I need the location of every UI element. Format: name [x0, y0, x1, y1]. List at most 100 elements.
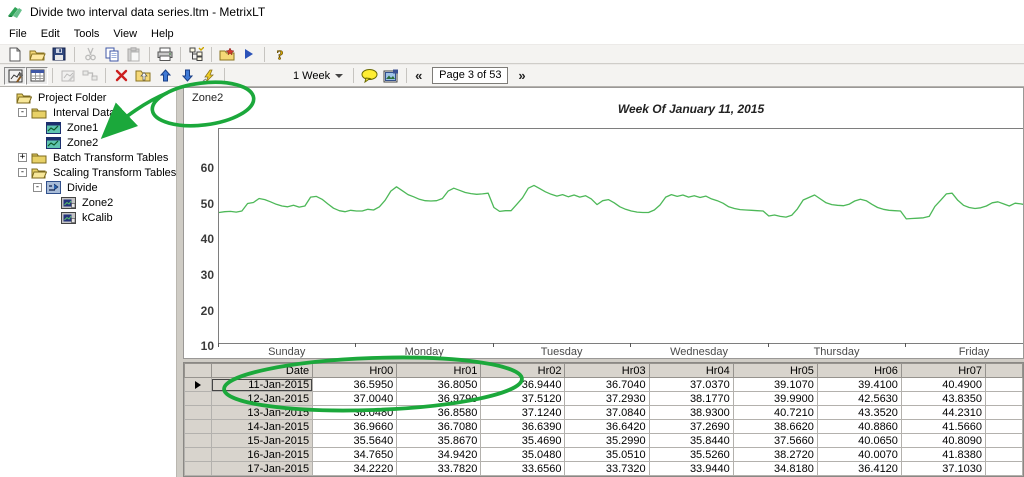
snapshot-button[interactable] — [380, 67, 402, 85]
data-table-button[interactable] — [26, 67, 48, 85]
value-cell[interactable]: 37.2690 — [649, 420, 733, 434]
value-cell[interactable]: 36.7080 — [397, 420, 481, 434]
table-row[interactable]: 17-Jan-201534.222033.782033.656033.73203… — [185, 462, 1023, 476]
value-cell[interactable]: 40.4900 — [901, 378, 985, 392]
table-row[interactable]: 15-Jan-201535.564035.867035.469035.29903… — [185, 434, 1023, 448]
folder-up-button[interactable] — [132, 67, 154, 85]
new-document-button[interactable] — [4, 45, 26, 63]
value-cell[interactable]: 36.6420 — [565, 420, 649, 434]
tree-item-scaling-transform-tables[interactable]: -Scaling Transform Tables — [0, 165, 176, 180]
value-cell[interactable]: 35.0510 — [565, 448, 649, 462]
value-cell[interactable]: 41.8380 — [901, 448, 985, 462]
value-cell[interactable]: 38.2720 — [733, 448, 817, 462]
tree-item-project-folder[interactable]: Project Folder — [0, 90, 176, 105]
column-header-hr07[interactable]: Hr07 — [901, 364, 985, 378]
value-cell[interactable]: 39.9900 — [733, 392, 817, 406]
collapse-icon[interactable]: - — [33, 183, 42, 192]
column-header-hr03[interactable]: Hr03 — [565, 364, 649, 378]
table-row[interactable]: 12-Jan-201537.004036.979037.512037.29303… — [185, 392, 1023, 406]
date-cell[interactable]: 13-Jan-2015 — [211, 406, 313, 420]
value-cell[interactable]: 39.4100 — [817, 378, 901, 392]
column-header-hr02[interactable]: Hr02 — [481, 364, 565, 378]
value-cell[interactable]: 36.4120 — [817, 462, 901, 476]
value-cell[interactable]: 40.0070 — [817, 448, 901, 462]
value-cell[interactable]: 40.8860 — [817, 420, 901, 434]
date-cell[interactable]: 14-Jan-2015 — [211, 420, 313, 434]
value-cell[interactable]: 40.8090 — [901, 434, 985, 448]
comment-button[interactable] — [358, 67, 380, 85]
column-header-hr00[interactable]: Hr00 — [313, 364, 397, 378]
move-down-button[interactable] — [176, 67, 198, 85]
value-cell[interactable]: 36.9440 — [481, 378, 565, 392]
row-selector[interactable] — [185, 462, 212, 476]
date-cell[interactable]: 17-Jan-2015 — [211, 462, 313, 476]
value-cell[interactable]: 39.1070 — [733, 378, 817, 392]
menu-help[interactable]: Help — [145, 26, 182, 42]
value-cell[interactable]: 33.7820 — [397, 462, 481, 476]
delete-x-button[interactable] — [110, 67, 132, 85]
value-cell[interactable]: 35.4690 — [481, 434, 565, 448]
value-cell[interactable]: 35.0480 — [481, 448, 565, 462]
value-cell[interactable]: 37.0040 — [313, 392, 397, 406]
open-folder-button[interactable] — [26, 45, 48, 63]
table-row[interactable]: 14-Jan-201536.966036.708036.639036.64203… — [185, 420, 1023, 434]
help-button[interactable]: ? — [269, 45, 291, 63]
copy-button[interactable] — [101, 45, 123, 63]
value-cell[interactable]: 36.5950 — [313, 378, 397, 392]
date-cell[interactable]: 15-Jan-2015 — [211, 434, 313, 448]
move-up-button[interactable] — [154, 67, 176, 85]
value-cell[interactable]: 35.8670 — [397, 434, 481, 448]
value-cell[interactable]: 43.8350 — [901, 392, 985, 406]
value-cell[interactable]: 37.0840 — [565, 406, 649, 420]
value-cell[interactable]: 44.2310 — [901, 406, 985, 420]
value-cell[interactable]: 42.5630 — [817, 392, 901, 406]
value-cell[interactable]: 36.9790 — [397, 392, 481, 406]
value-cell[interactable]: 36.8050 — [397, 378, 481, 392]
table-row[interactable]: 16-Jan-201534.765034.942035.048035.05103… — [185, 448, 1023, 462]
value-cell[interactable]: 33.6560 — [481, 462, 565, 476]
column-header-hr04[interactable]: Hr04 — [649, 364, 733, 378]
value-cell[interactable]: 38.9300 — [649, 406, 733, 420]
value-cell[interactable]: 37.5660 — [733, 434, 817, 448]
tree-item-kcalib[interactable]: kCalib — [0, 210, 176, 225]
row-selector[interactable] — [185, 392, 212, 406]
value-cell[interactable]: 35.8440 — [649, 434, 733, 448]
value-cell[interactable]: 38.1770 — [649, 392, 733, 406]
value-cell[interactable]: 37.1240 — [481, 406, 565, 420]
table-row[interactable]: 11-Jan-201536.595036.805036.944036.70403… — [185, 378, 1023, 392]
row-selector[interactable] — [185, 420, 212, 434]
print-button[interactable] — [154, 45, 176, 63]
value-cell[interactable]: 36.9660 — [313, 420, 397, 434]
collapse-icon[interactable]: - — [18, 108, 27, 117]
chart-properties-button[interactable] — [4, 67, 26, 85]
range-dropdown[interactable]: 1 Week — [287, 69, 349, 83]
prev-page-button[interactable]: « — [411, 68, 426, 83]
date-cell[interactable]: 11-Jan-2015 — [211, 378, 313, 392]
tree-item-batch-transform-tables[interactable]: +Batch Transform Tables — [0, 150, 176, 165]
table-row[interactable]: 13-Jan-201538.048036.858037.124037.08403… — [185, 406, 1023, 420]
tree-item-divide[interactable]: -Divide — [0, 180, 176, 195]
row-selector[interactable] — [185, 406, 212, 420]
value-cell[interactable]: 36.7040 — [565, 378, 649, 392]
column-header-hr05[interactable]: Hr05 — [733, 364, 817, 378]
menu-view[interactable]: View — [107, 26, 145, 42]
value-cell[interactable]: 33.7320 — [565, 462, 649, 476]
page-indicator[interactable]: Page 3 of 53 — [432, 67, 508, 84]
row-selector[interactable] — [185, 448, 212, 462]
value-cell[interactable]: 43.3520 — [817, 406, 901, 420]
value-cell[interactable]: 37.2930 — [565, 392, 649, 406]
row-selector[interactable] — [185, 434, 212, 448]
tree-item-zone2[interactable]: Zone2 — [0, 135, 176, 150]
tree-item-zone1[interactable]: Zone1 — [0, 120, 176, 135]
value-cell[interactable]: 38.6620 — [733, 420, 817, 434]
menu-file[interactable]: File — [3, 26, 35, 42]
menu-edit[interactable]: Edit — [35, 26, 68, 42]
value-cell[interactable]: 34.8180 — [733, 462, 817, 476]
date-cell[interactable]: 16-Jan-2015 — [211, 448, 313, 462]
value-cell[interactable]: 37.0370 — [649, 378, 733, 392]
value-cell[interactable]: 36.8580 — [397, 406, 481, 420]
value-cell[interactable]: 41.5660 — [901, 420, 985, 434]
value-cell[interactable]: 40.0650 — [817, 434, 901, 448]
column-header-hr01[interactable]: Hr01 — [397, 364, 481, 378]
tree-view-button[interactable] — [185, 45, 207, 63]
